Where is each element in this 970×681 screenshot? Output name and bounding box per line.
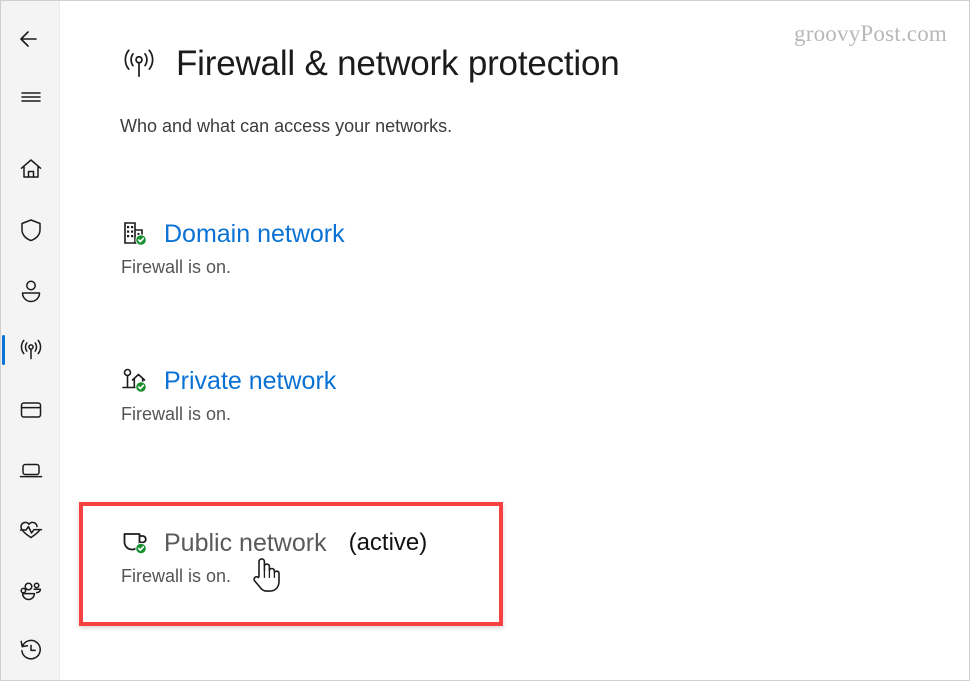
network-profile-domain: Domain network Firewall is on.	[120, 219, 345, 278]
sidebar-item-home[interactable]	[1, 147, 60, 191]
home-icon	[20, 159, 41, 178]
building-check-icon	[124, 222, 147, 246]
wifi-signal-icon	[124, 49, 154, 77]
back-button[interactable]	[1, 17, 60, 61]
page-title: Firewall & network protection	[176, 44, 620, 83]
sidebar-item-protection-history[interactable]	[1, 628, 60, 672]
sidebar-item-virus-threat-protection[interactable]	[1, 208, 60, 252]
navigation-rail	[1, 1, 60, 680]
back-arrow-icon	[19, 31, 37, 47]
sidebar-item-device-performance-health[interactable]	[1, 508, 60, 552]
family-people-icon	[19, 582, 41, 601]
page-header: Firewall & network protection	[119, 44, 620, 84]
firewall-network-protection-page: groovyPost.com Firewall & network protec…	[0, 0, 970, 681]
sidebar-item-firewall-network-protection[interactable]	[1, 328, 60, 372]
network-status-private: Firewall is on.	[121, 404, 232, 424]
highlight-annotation-box	[79, 502, 503, 626]
app-window-icon	[20, 402, 41, 418]
sidebar-item-family-options[interactable]	[1, 568, 60, 612]
sidebar-item-account-protection[interactable]	[1, 268, 60, 312]
menu-button[interactable]	[1, 75, 60, 119]
laptop-icon	[19, 463, 42, 478]
person-icon	[21, 280, 40, 303]
page-subtitle: Who and what can access your networks.	[120, 116, 453, 136]
house-lamppost-check-icon	[122, 368, 147, 393]
network-profile-private: Private network Firewall is on.	[120, 366, 336, 425]
hamburger-menu-icon	[20, 92, 41, 102]
heart-pulse-icon	[19, 521, 42, 539]
selected-indicator	[2, 335, 5, 365]
network-link-private[interactable]: Private network	[164, 367, 336, 396]
sidebar-item-app-browser-control[interactable]	[1, 388, 60, 432]
network-profile-header: Domain network	[120, 219, 345, 249]
network-status-domain: Firewall is on.	[121, 257, 232, 277]
watermark: groovyPost.com	[794, 21, 947, 46]
network-link-domain[interactable]: Domain network	[164, 220, 345, 249]
wifi-signal-icon	[20, 339, 41, 360]
shield-icon	[20, 219, 41, 242]
sidebar-item-device-security[interactable]	[1, 448, 60, 492]
network-profile-header: Private network	[120, 366, 336, 396]
history-clock-icon	[19, 639, 41, 660]
